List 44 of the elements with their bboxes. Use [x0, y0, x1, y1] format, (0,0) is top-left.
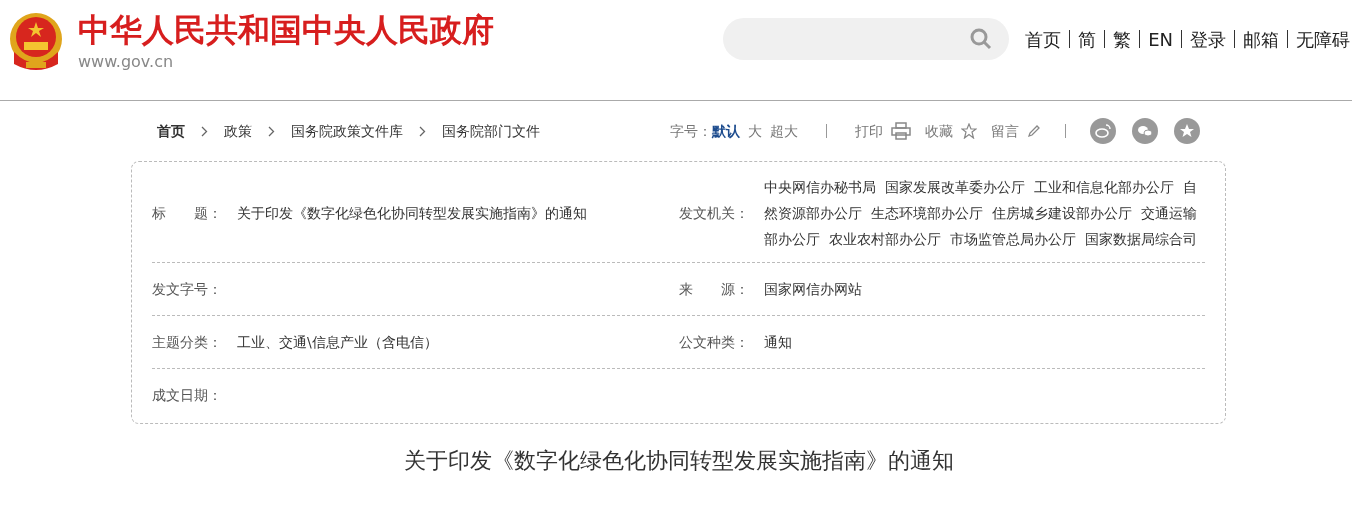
nav-link[interactable]: 首页 [1025, 25, 1062, 53]
field-label: 发文机关： [679, 203, 750, 223]
breadcrumb-link[interactable]: 首页 [157, 120, 185, 142]
printer-icon[interactable] [891, 122, 911, 140]
national-emblem-icon [8, 12, 64, 72]
print-link[interactable]: 打印 [855, 120, 883, 142]
nav-link[interactable]: EN [1148, 25, 1173, 53]
breadcrumb-link[interactable]: 国务院政策文件库 [291, 120, 403, 142]
field-value: 国家网信办网站 [764, 280, 862, 299]
star-icon[interactable] [961, 123, 977, 139]
article-title: 关于印发《数字化绿色化协同转型发展实施指南》的通知 [403, 447, 954, 475]
nav-link[interactable]: 邮箱 [1243, 25, 1279, 53]
font-size-option[interactable]: 大 [748, 120, 762, 142]
nav-link[interactable]: 登录 [1190, 25, 1226, 53]
field-label: 成文日期： [152, 385, 223, 405]
font-size-option[interactable]: 超大 [770, 120, 798, 142]
field-label: 公文种类： [679, 332, 750, 352]
breadcrumb-link[interactable]: 国务院部门文件 [442, 120, 540, 142]
chevron-icon [419, 125, 426, 137]
breadcrumb-link[interactable]: 政策 [224, 120, 252, 142]
field-value: 工业、交通\信息产业（含电信） [237, 333, 438, 352]
font-size-label: 字号： [670, 121, 712, 141]
nav-link[interactable]: 无障碍 [1296, 25, 1350, 53]
search-field[interactable] [723, 18, 1010, 60]
field-label: 发文字号： [152, 279, 223, 299]
favorite-link[interactable]: 收藏 [925, 120, 953, 142]
chevron-icon [268, 125, 275, 137]
field-label: 来 源： [679, 279, 750, 299]
nav-link[interactable]: 繁 [1113, 25, 1132, 53]
field-label: 标 题： [152, 203, 223, 223]
field-label: 主题分类： [152, 332, 223, 352]
nav-link[interactable]: 简 [1078, 25, 1097, 53]
field-value: 中央网信办秘书局 国家发展改革委办公厅 工业和信息化部办公厅 自然资源部办公厅 生态环境部办公厅 住房城乡建设部办公厅 交通运输部办公厅 农业农村部办公厅 市场监管总局办公厅 国家数据局综合司 [764, 178, 1198, 249]
chevron-icon [201, 125, 208, 137]
field-value: 通知 [764, 333, 792, 352]
field-value: 关于印发《数字化绿色化协同转型发展实施指南》的通知 [237, 204, 587, 223]
search-icon[interactable] [969, 27, 994, 51]
comment-link[interactable]: 留言 [991, 120, 1019, 142]
site-url: www.gov.cn [78, 51, 175, 73]
wechat-icon[interactable] [1132, 118, 1158, 144]
site-title: 中华人民共和国中央人民政府 [78, 10, 494, 50]
pencil-icon[interactable] [1027, 124, 1041, 138]
font-size-option[interactable]: 默认 [712, 120, 740, 142]
weibo-icon[interactable] [1090, 118, 1116, 144]
